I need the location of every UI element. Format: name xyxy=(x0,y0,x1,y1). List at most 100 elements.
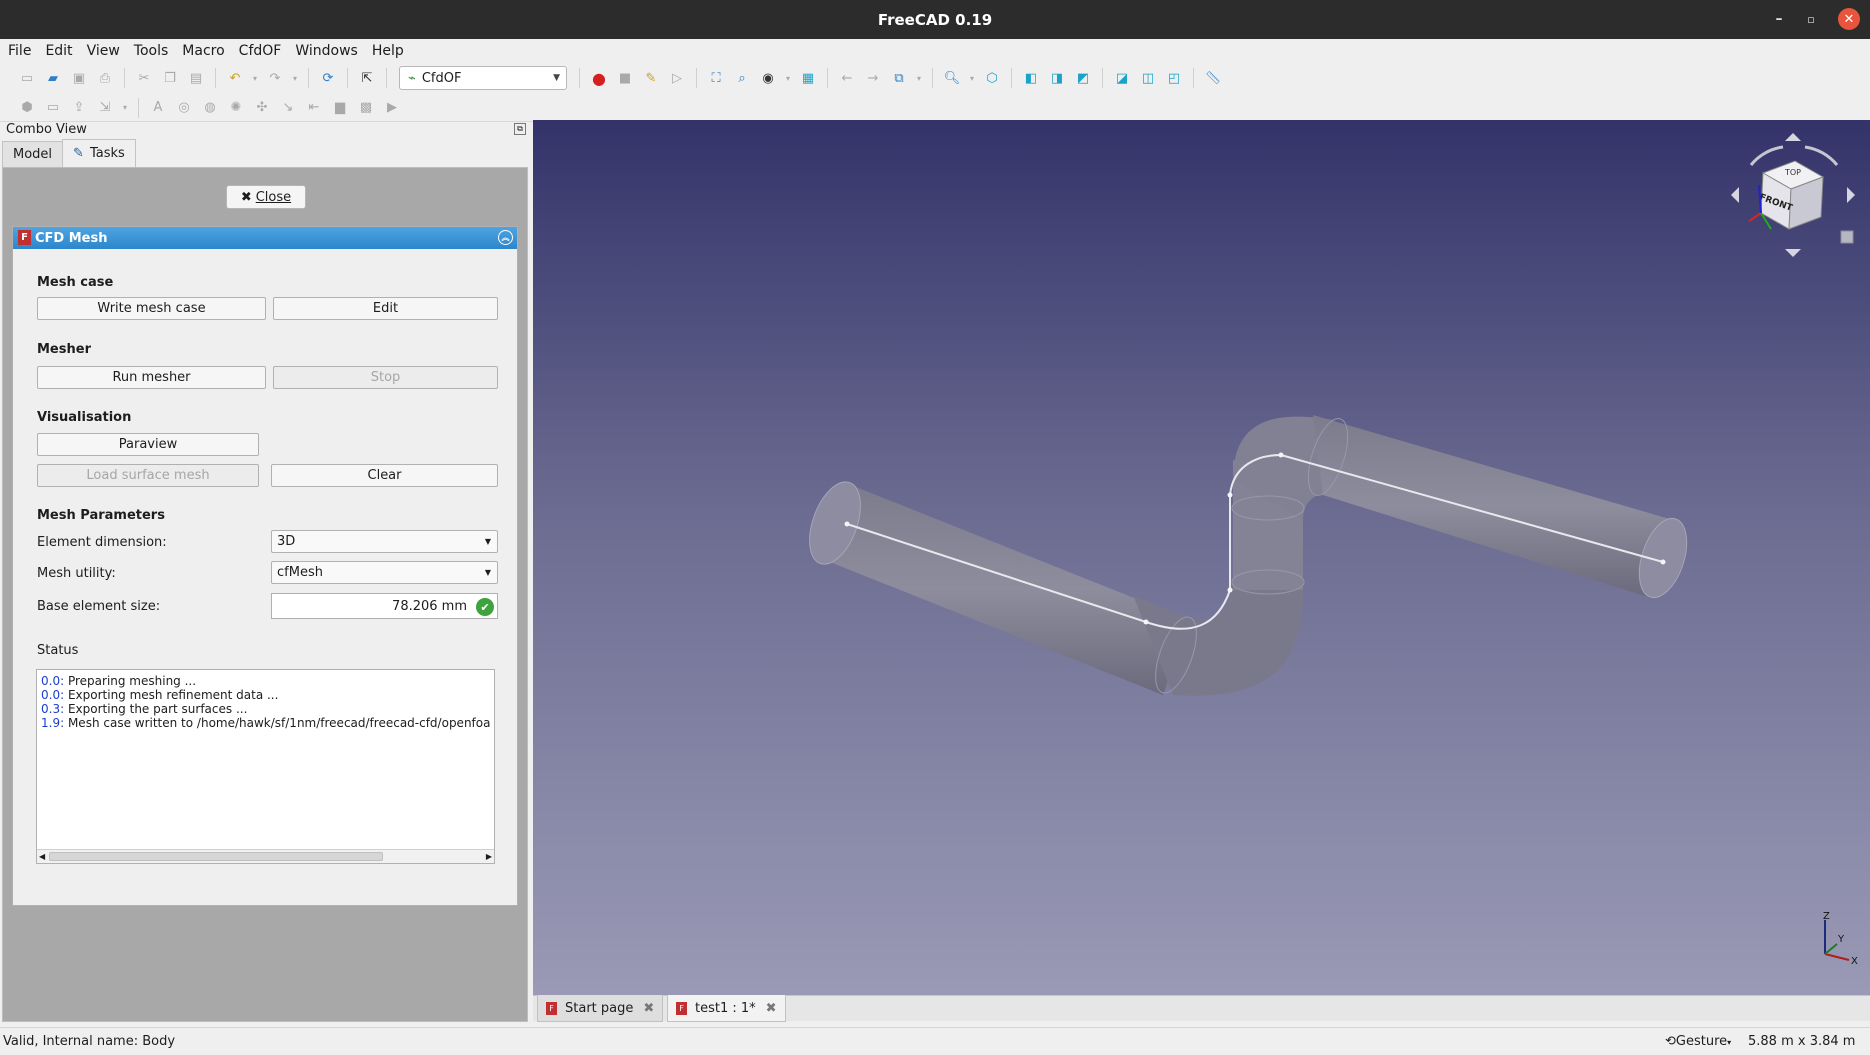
stop-mesher-button[interactable]: Stop xyxy=(273,366,498,389)
element-dimension-select[interactable]: 3D ▼ xyxy=(271,530,498,553)
view-right-icon[interactable]: ◩ xyxy=(1072,67,1094,89)
axis-x-label: X xyxy=(1851,956,1858,967)
navigation-cube[interactable]: TOP FRONT xyxy=(1723,125,1863,265)
sync-dropdown-icon[interactable]: ▾ xyxy=(914,67,924,89)
close-tab-icon[interactable]: ✖ xyxy=(766,1001,777,1016)
menu-windows[interactable]: Windows xyxy=(295,43,358,59)
load-surface-mesh-button[interactable]: Load surface mesh xyxy=(37,464,259,487)
write-mesh-case-button[interactable]: Write mesh case xyxy=(37,297,266,320)
element-dimension-label: Element dimension: xyxy=(37,535,167,550)
doc-tab-start-page[interactable]: F Start page ✖ xyxy=(537,995,664,1022)
menu-view[interactable]: View xyxy=(87,43,120,59)
zoom-icon[interactable]: 🔍︎ xyxy=(941,67,963,89)
run-macro-icon[interactable]: ▷ xyxy=(666,67,688,89)
record-macro-icon[interactable]: ● xyxy=(588,67,610,89)
view-front-icon[interactable]: ◧ xyxy=(1020,67,1042,89)
measure-icon[interactable]: 📏︎ xyxy=(1202,67,1224,89)
stop-macro-icon[interactable]: ■ xyxy=(614,67,636,89)
mesh-icon[interactable]: ▆ xyxy=(329,97,351,119)
mesh-utility-label: Mesh utility: xyxy=(37,566,116,581)
doc-tab-test1[interactable]: F test1 : 1* ✖ xyxy=(667,995,786,1022)
maximize-icon[interactable]: ▫ xyxy=(1800,8,1822,30)
navigation-style-button[interactable]: ⟲Gesture▾ xyxy=(1665,1034,1731,1049)
status-log[interactable]: 0.0: Preparing meshing ... 0.0: Exportin… xyxy=(36,669,495,864)
close-icon: ✖ xyxy=(240,189,252,205)
view-dimensions: 5.88 m x 3.84 m xyxy=(1748,1034,1856,1049)
undo-dropdown-icon[interactable]: ▾ xyxy=(250,67,260,89)
view-top-icon[interactable]: ◨ xyxy=(1046,67,1068,89)
cfd-mesh-icon[interactable]: ▩ xyxy=(355,97,377,119)
analysis-icon[interactable]: ⬢ xyxy=(16,97,38,119)
refresh-icon[interactable]: ⟳ xyxy=(317,67,339,89)
open-icon[interactable]: ▰ xyxy=(42,67,64,89)
text-icon[interactable]: A xyxy=(147,97,169,119)
mesh-utility-select[interactable]: cfMesh ▼ xyxy=(271,561,498,584)
pipe-model[interactable] xyxy=(533,120,1870,995)
porous-icon[interactable]: ✺ xyxy=(225,97,247,119)
view-left-icon[interactable]: ◰ xyxy=(1163,67,1185,89)
status-message: Valid, Internal name: Body xyxy=(3,1034,176,1049)
view-rear-icon[interactable]: ◪ xyxy=(1111,67,1133,89)
close-icon[interactable]: ✕ xyxy=(1838,8,1860,30)
initialise-icon[interactable]: ⇲ xyxy=(94,97,116,119)
forward-icon[interactable]: → xyxy=(862,67,884,89)
undo-icon[interactable]: ↶ xyxy=(224,67,246,89)
tab-tasks[interactable]: ✎ Tasks xyxy=(62,139,136,167)
copy-icon[interactable]: ❐ xyxy=(159,67,181,89)
redo-icon[interactable]: ↷ xyxy=(264,67,286,89)
scroll-right-icon[interactable]: ▶ xyxy=(486,850,492,863)
close-button[interactable]: ✖ Close xyxy=(226,185,306,209)
cut-icon[interactable]: ✂ xyxy=(133,67,155,89)
close-tab-icon[interactable]: ✖ xyxy=(643,1001,654,1016)
run-mesher-button[interactable]: Run mesher xyxy=(37,366,266,389)
scalar-icon[interactable]: ⇤ xyxy=(303,97,325,119)
boundary-icon[interactable]: ◎ xyxy=(173,97,195,119)
view-iso-icon[interactable]: ⬡ xyxy=(981,67,1003,89)
collapse-icon[interactable]: ︽ xyxy=(498,230,513,245)
menu-tools[interactable]: Tools xyxy=(134,43,169,59)
tab-model[interactable]: Model xyxy=(2,141,64,167)
bounding-box-icon[interactable]: ▦ xyxy=(797,67,819,89)
scroll-left-icon[interactable]: ◀ xyxy=(39,850,45,863)
draw-style-icon[interactable]: ◉ xyxy=(757,67,779,89)
gesture-icon: ⟲ xyxy=(1665,1034,1676,1049)
menu-file[interactable]: File xyxy=(8,43,31,59)
clear-button[interactable]: Clear xyxy=(271,464,498,487)
new-icon[interactable]: ▭ xyxy=(16,67,38,89)
zoom-dropdown-icon[interactable]: ▾ xyxy=(967,67,977,89)
edit-mesh-case-button[interactable]: Edit xyxy=(273,297,498,320)
print-icon[interactable]: ⎙ xyxy=(94,67,116,89)
base-element-size-input[interactable]: 78.206 mm ✔ xyxy=(271,593,498,619)
3d-viewport[interactable]: TOP FRONT Z X Y xyxy=(533,120,1870,995)
scrollbar-thumb[interactable] xyxy=(49,852,383,861)
view-bottom-icon[interactable]: ◫ xyxy=(1137,67,1159,89)
edit-macro-icon[interactable]: ✎ xyxy=(640,67,662,89)
fit-all-icon[interactable]: ⛶ xyxy=(705,67,727,89)
draw-style-dropdown-icon[interactable]: ▾ xyxy=(783,67,793,89)
initialise-dropdown-icon[interactable]: ▾ xyxy=(120,97,130,119)
freecad-logo-icon: F xyxy=(676,1001,687,1015)
workbench-selector[interactable]: ⌁ CfdOF ▼ xyxy=(399,66,567,90)
whats-this-icon[interactable]: ⇱ xyxy=(356,67,378,89)
undock-icon[interactable]: ⧉ xyxy=(514,123,526,135)
back-icon[interactable]: ← xyxy=(836,67,858,89)
minimize-icon[interactable]: – xyxy=(1768,8,1790,30)
physics-model-icon[interactable]: ▭ xyxy=(42,97,64,119)
horizontal-scrollbar[interactable]: ◀ ▶ xyxy=(37,849,494,863)
save-icon[interactable]: ▣ xyxy=(68,67,90,89)
run-solver-icon[interactable]: ▶ xyxy=(381,97,403,119)
menu-cfdof[interactable]: CfdOF xyxy=(239,43,282,59)
sync-view-icon[interactable]: ⧉ xyxy=(888,67,910,89)
mesh-refine-icon[interactable]: ✣ xyxy=(251,97,273,119)
redo-dropdown-icon[interactable]: ▾ xyxy=(290,67,300,89)
menu-macro[interactable]: Macro xyxy=(182,43,224,59)
paste-icon[interactable]: ▤ xyxy=(185,67,207,89)
menu-help[interactable]: Help xyxy=(372,43,404,59)
zone-icon[interactable]: ◍ xyxy=(199,97,221,119)
fluid-material-icon[interactable]: ⇪ xyxy=(68,97,90,119)
menu-edit[interactable]: Edit xyxy=(45,43,72,59)
toolbar-separator xyxy=(386,68,387,88)
dynamic-mesh-icon[interactable]: ↘ xyxy=(277,97,299,119)
paraview-button[interactable]: Paraview xyxy=(37,433,259,456)
fit-selection-icon[interactable]: ⌕ xyxy=(731,67,753,89)
